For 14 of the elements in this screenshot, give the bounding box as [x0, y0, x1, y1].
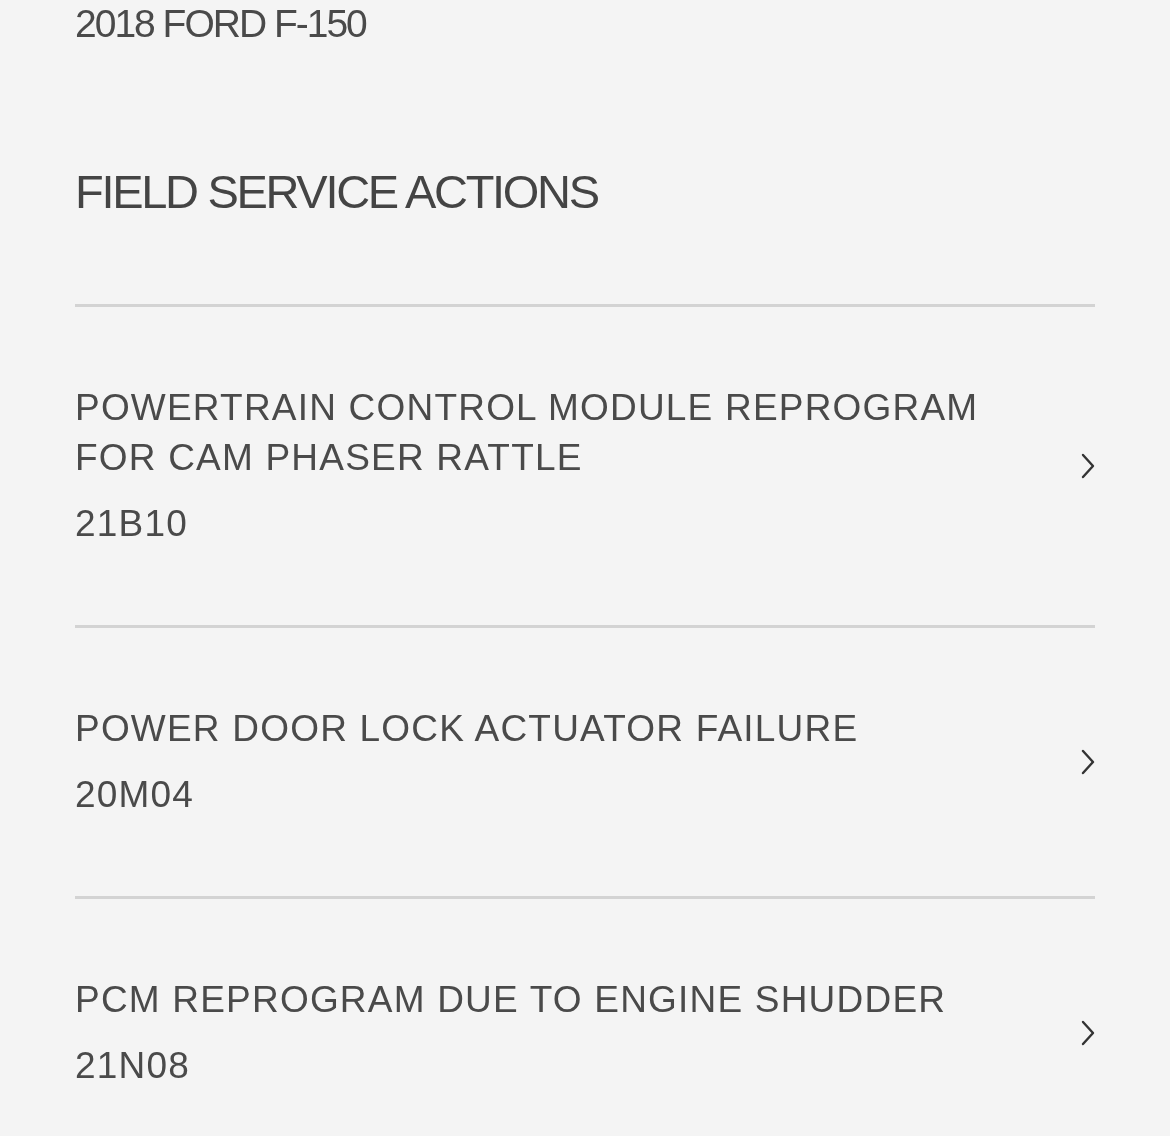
chevron-right-icon: [1081, 453, 1095, 479]
chevron-right-icon: [1081, 749, 1095, 775]
action-title: PCM REPROGRAM DUE TO ENGINE SHUDDER: [75, 978, 947, 1022]
action-title: POWERTRAIN CONTROL MODULE REPROGRAM FOR CAM PHASER RATTLE: [75, 386, 980, 480]
action-code: 21B10: [75, 502, 188, 546]
service-action-item[interactable]: POWER DOOR LOCK ACTUATOR FAILURE 20M04: [75, 628, 1095, 899]
action-title: POWER DOOR LOCK ACTUATOR FAILURE: [75, 707, 859, 751]
chevron-right-icon: [1081, 1020, 1095, 1046]
vehicle-title: 2018 FORD F-150: [75, 1, 366, 47]
action-code: 21N08: [75, 1044, 191, 1088]
service-action-item[interactable]: POWERTRAIN CONTROL MODULE REPROGRAM FOR CAM PHASER RATTLE 21B10: [75, 307, 1095, 628]
service-action-item[interactable]: PCM REPROGRAM DUE TO ENGINE SHUDDER 21N08: [75, 899, 1095, 1111]
action-code: 20M04: [75, 773, 195, 817]
section-heading: FIELD SERVICE ACTIONS: [75, 164, 598, 220]
